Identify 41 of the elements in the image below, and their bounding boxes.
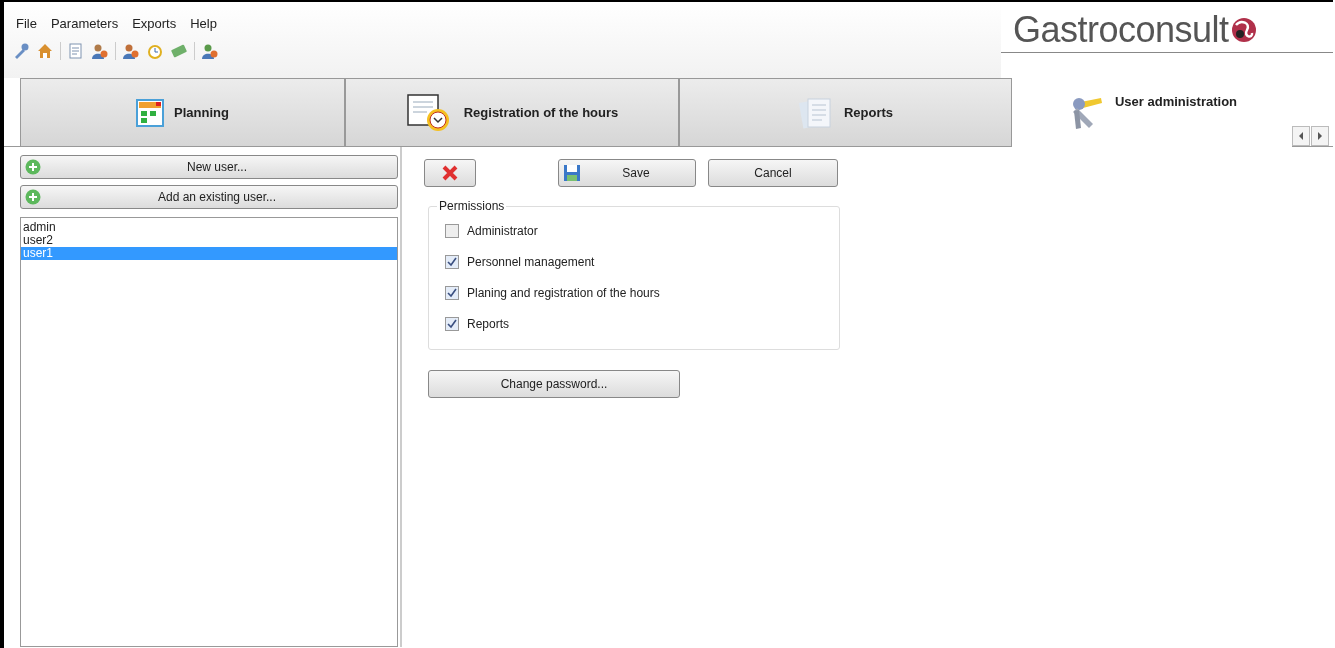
change-password-button[interactable]: Change password... xyxy=(428,370,680,398)
checkbox-label: Personnel management xyxy=(467,254,595,269)
logo-text: Gastroconsult xyxy=(1013,9,1229,51)
delete-button[interactable] xyxy=(424,159,476,187)
checkbox[interactable] xyxy=(445,223,459,238)
menu-item[interactable]: Exports xyxy=(132,16,177,40)
close-icon xyxy=(442,165,458,181)
user-list-item[interactable]: admin xyxy=(21,221,397,234)
left-arrow-icon xyxy=(1298,132,1304,140)
menu-item[interactable]: Help xyxy=(190,16,217,40)
people-icon[interactable] xyxy=(201,42,219,60)
logo-icon xyxy=(1230,17,1257,43)
calendar-icon xyxy=(136,98,165,127)
house-icon[interactable] xyxy=(36,42,54,60)
checkbox-label: Planing and registration of the hours xyxy=(467,285,660,300)
scroll-left-button[interactable] xyxy=(1292,126,1310,146)
menu-item[interactable]: File xyxy=(16,16,37,40)
check-icon xyxy=(447,256,457,267)
user-list-item[interactable]: user2 xyxy=(21,234,397,247)
add-user-button[interactable]: New user... xyxy=(20,155,398,179)
checkbox[interactable] xyxy=(445,285,459,300)
check-icon xyxy=(447,287,457,298)
people-icon[interactable] xyxy=(122,42,140,60)
tab[interactable]: Planning xyxy=(20,78,345,146)
tab[interactable]: Registration of the hours xyxy=(345,78,679,146)
checkbox[interactable] xyxy=(445,254,459,269)
checkbox-label: Reports xyxy=(467,316,510,331)
cancel-button[interactable]: Cancel xyxy=(708,159,838,187)
scroll-right-button[interactable] xyxy=(1311,126,1329,146)
checkbox[interactable] xyxy=(445,316,459,331)
people-icon[interactable] xyxy=(91,42,109,60)
checkbox-label: Administrator xyxy=(467,223,538,238)
add-user-button[interactable]: Add an existing user... xyxy=(20,185,398,209)
plus-icon xyxy=(25,189,41,205)
plus-icon xyxy=(25,159,41,175)
right-arrow-icon xyxy=(1317,132,1323,140)
menu-item[interactable]: Parameters xyxy=(50,16,119,40)
group-title: Permissions xyxy=(438,199,506,213)
check-icon xyxy=(447,318,457,329)
save-button[interactable]: Save xyxy=(558,159,696,187)
tab[interactable]: Reports xyxy=(679,78,1012,146)
